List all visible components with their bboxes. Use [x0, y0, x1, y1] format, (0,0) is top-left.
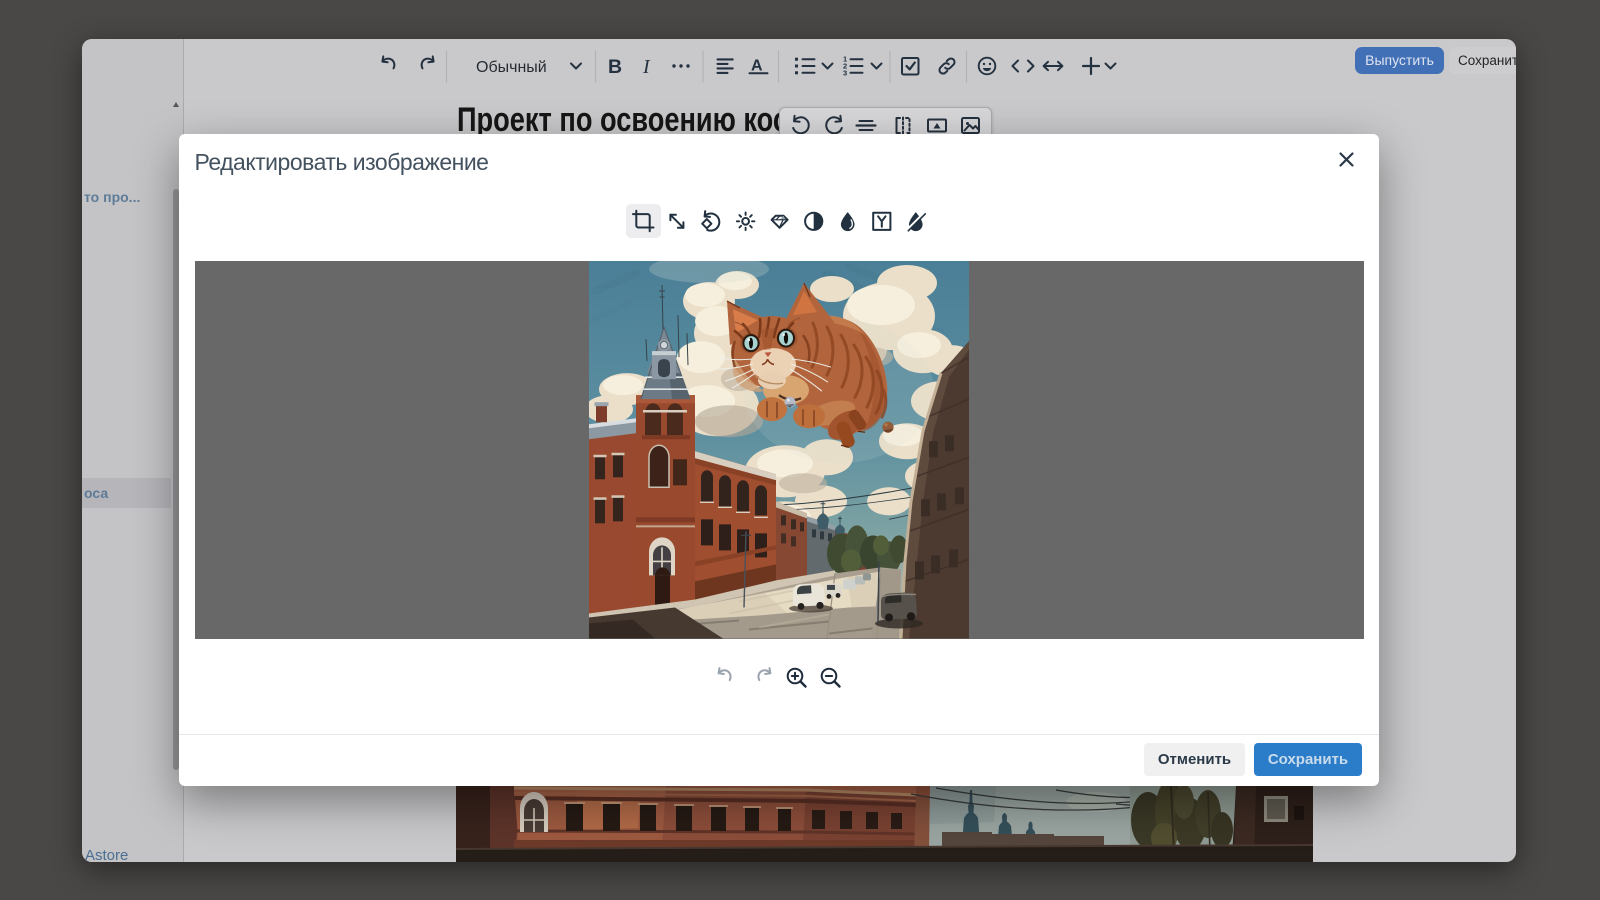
svg-text:B: B	[608, 56, 622, 78]
svg-text:A: A	[751, 58, 763, 75]
svg-text:I: I	[642, 56, 651, 78]
svg-text:3: 3	[843, 69, 847, 78]
